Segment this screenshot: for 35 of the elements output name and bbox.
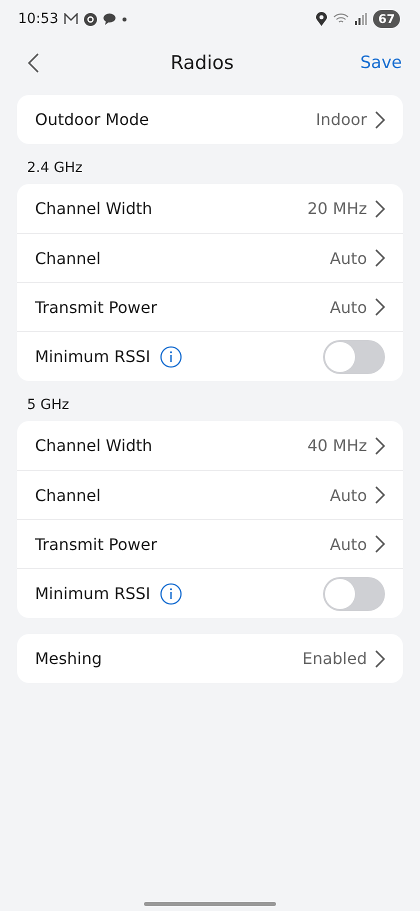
chevron-icon (375, 436, 385, 454)
settings-row[interactable]: Channel Auto (17, 233, 403, 282)
chevron-icon (375, 486, 385, 504)
save-button[interactable]: Save (360, 53, 402, 73)
chevron-icon (375, 650, 385, 668)
chevron-icon (375, 200, 385, 218)
location-icon (316, 12, 328, 26)
info-icon[interactable] (160, 582, 182, 604)
dot-icon (122, 16, 128, 22)
chevron-icon (375, 110, 385, 128)
mail-icon (64, 13, 78, 25)
row-label: Minimum RSSI (35, 584, 150, 603)
chat-icon (103, 13, 116, 25)
section-title: 5 GHz (26, 396, 70, 415)
settings-row[interactable]: Transmit Power Auto (17, 282, 403, 331)
app-icon (84, 12, 98, 26)
section-title: 2.4 GHz (26, 159, 84, 178)
chevron-icon (375, 249, 385, 267)
chevron-icon (375, 298, 385, 316)
settings-row[interactable]: Channel Width 40 MHz (17, 421, 403, 470)
signal-icon (355, 13, 368, 25)
settings-row[interactable]: Channel Width 20 MHz (17, 184, 403, 233)
settings-row[interactable]: Meshing Enabled (17, 634, 403, 683)
info-icon[interactable] (160, 346, 182, 368)
chevron-icon (375, 535, 385, 553)
battery-level: 67 (373, 10, 400, 28)
settings-row[interactable]: Transmit Power Auto (17, 519, 403, 568)
settings-row[interactable]: Outdoor Mode Indoor (17, 95, 403, 144)
page-title: Radios (169, 52, 235, 74)
toggle-switch[interactable] (323, 340, 385, 374)
row-label: Minimum RSSI (35, 347, 150, 366)
toggle-switch[interactable] (323, 576, 385, 610)
settings-row[interactable]: Channel Auto (17, 470, 403, 519)
status-time: 10:53 (18, 11, 58, 27)
wifi-icon (333, 13, 350, 25)
